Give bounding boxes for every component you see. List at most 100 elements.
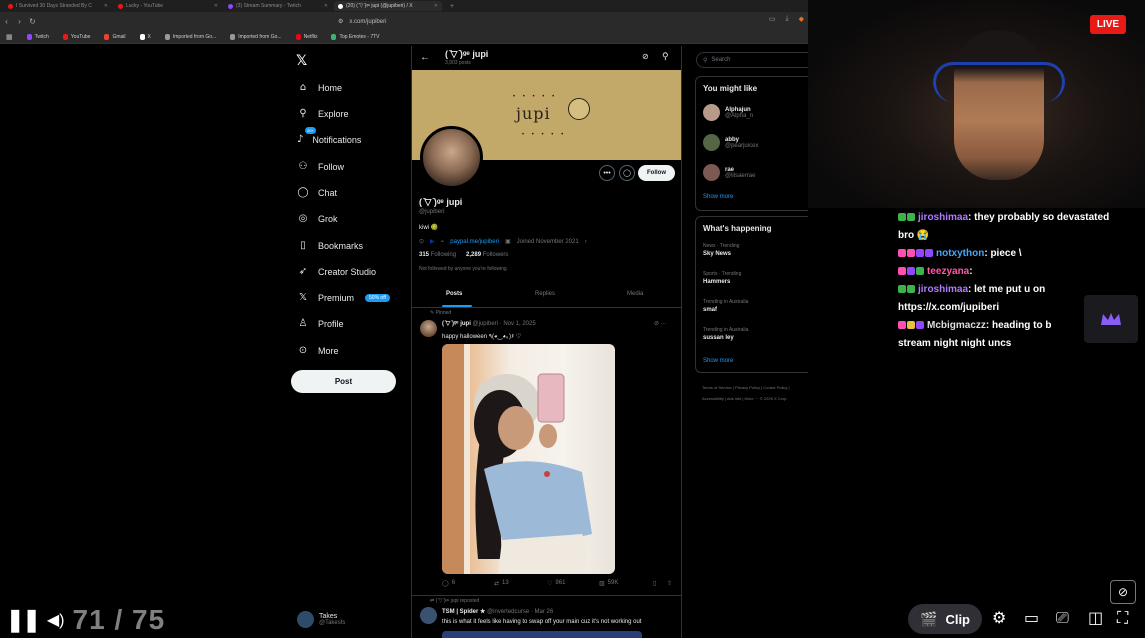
download-icon[interactable]: ⤓: [786, 15, 789, 23]
repost-action[interactable]: ⇄ 13: [494, 580, 509, 587]
clip-button[interactable]: 🎬 Clip: [908, 604, 982, 634]
bookmark-item[interactable]: YouTube: [62, 34, 90, 40]
search-icon: ⚲: [703, 57, 708, 64]
chat-username[interactable]: notxython: [936, 248, 984, 259]
theatre-mode-icon[interactable]: ▭: [1024, 608, 1039, 627]
reply-action[interactable]: ◯ 6: [442, 580, 455, 587]
browser-tab[interactable]: Lucky - YouTube ✕: [114, 1, 222, 11]
suggested-account[interactable]: Alphajun @Alpha_n: [703, 104, 753, 121]
reload-icon[interactable]: ↻: [26, 17, 39, 26]
pause-icon[interactable]: ❚❚: [6, 607, 41, 633]
share-icon[interactable]: ⇧: [667, 580, 672, 587]
views-action[interactable]: ▥ 59K: [599, 580, 618, 587]
forward-arrow-icon[interactable]: ›: [13, 17, 26, 26]
suggested-account[interactable]: abby @pearjuicex: [703, 134, 758, 151]
close-icon[interactable]: ✕: [214, 3, 218, 9]
message-icon[interactable]: ◯: [619, 165, 635, 181]
tab-posts[interactable]: Posts: [446, 291, 462, 297]
grok-icon[interactable]: ⊘: [642, 52, 649, 61]
close-icon[interactable]: ✕: [104, 3, 108, 9]
bookmark-item[interactable]: Imported from Go...: [230, 34, 282, 40]
more-options-icon[interactable]: •••: [599, 165, 615, 181]
chat-username[interactable]: jiroshimaa: [918, 284, 968, 295]
brave-shield-icon[interactable]: ◆: [799, 15, 804, 23]
nav-item-grok[interactable]: ◎ Grok: [297, 213, 338, 224]
trend-item[interactable]: Sports · TrendingHammers···: [703, 271, 808, 285]
nav-item-bookmarks[interactable]: ▯ Bookmarks: [297, 240, 363, 251]
post-button[interactable]: Post: [291, 370, 396, 393]
bookmark-item[interactable]: Netflix: [295, 34, 317, 40]
footer-line[interactable]: Terms of Service | Privacy Policy | Cook…: [702, 382, 808, 393]
nav-item-more[interactable]: ⊙ More: [297, 345, 339, 356]
chat-username[interactable]: teezyana: [927, 266, 969, 277]
cast-icon[interactable]: ▭: [769, 15, 776, 23]
bookmark-item[interactable]: Gmail: [104, 34, 126, 40]
browser-tab[interactable]: (3) Stream Summary - Twitch ✕: [224, 1, 332, 11]
cast-icon[interactable]: ⎚: [1056, 608, 1069, 628]
follow-button[interactable]: Follow: [638, 165, 675, 181]
bookmark-item[interactable]: Imported from Go...: [164, 34, 216, 40]
nav-item-profile[interactable]: ♙ Profile: [297, 318, 344, 329]
footer-line[interactable]: Accessibility | Ads info | More ··· © 20…: [702, 393, 808, 404]
fullscreen-icon[interactable]: ⛶: [1117, 608, 1128, 628]
bookmark-icon[interactable]: ▯: [653, 580, 656, 587]
nav-item-notifications[interactable]: ♪ 20+ Notifications: [297, 127, 361, 145]
back-arrow-icon[interactable]: ‹: [0, 17, 13, 26]
chat-username[interactable]: Mcbigmaczz: [927, 320, 986, 331]
show-more-link[interactable]: Show more: [703, 194, 733, 200]
following-stat[interactable]: 315 Following: [419, 252, 456, 258]
sidebar-toggle-icon[interactable]: ◫: [1088, 608, 1103, 627]
bookmark-item[interactable]: Top Emotes - 7TV: [331, 34, 380, 40]
new-tab-icon[interactable]: +: [450, 3, 454, 10]
post-image[interactable]: [442, 631, 642, 638]
profile-avatar[interactable]: [420, 126, 483, 189]
post-image[interactable]: [442, 344, 615, 574]
bookmark-item[interactable]: Twitch: [26, 34, 49, 40]
settings-gear-icon[interactable]: ⚙: [992, 608, 1006, 627]
close-icon[interactable]: ✕: [324, 3, 328, 9]
browser-tab[interactable]: (20) ( ̄▽ ̄)ᵍᵉ jupi (@jupiberi) / X ✕: [334, 1, 442, 11]
bookmark-item[interactable]: X: [139, 34, 151, 40]
browser-tab[interactable]: I Survived 30 Days Stranded By C ✕: [4, 1, 112, 11]
show-more-link[interactable]: Show more: [703, 358, 733, 364]
trend-item[interactable]: Trending in Australiasussan ley···: [703, 327, 808, 341]
nav-item-home[interactable]: ⌂ Home: [297, 82, 342, 93]
notification-badge: 20+: [305, 127, 316, 134]
back-arrow-icon[interactable]: ←: [420, 52, 430, 63]
more-options-icon[interactable]: ···: [661, 321, 667, 327]
post-author[interactable]: TSM | Spider ★ @invertedcurse · Mar 26: [442, 608, 553, 615]
bookmarks-bar: ▦ Twitch YouTube Gmail X Imported from Go...…: [0, 31, 808, 44]
avatar[interactable]: [420, 320, 437, 337]
account-switcher[interactable]: Takes @Takesfs: [297, 611, 345, 628]
site-info-icon[interactable]: ⚙: [338, 18, 343, 25]
crown-button[interactable]: [1084, 295, 1138, 343]
nav-item-explore[interactable]: ⚲ Explore: [297, 108, 348, 119]
suggested-handle: @Alpha_n: [725, 112, 754, 119]
like-action[interactable]: ♡ 961: [547, 580, 565, 587]
chat-username[interactable]: jiroshimaa: [918, 212, 968, 223]
apps-grid-icon[interactable]: ▦: [6, 33, 13, 41]
trend-item[interactable]: News · TrendingSky News···: [703, 243, 808, 257]
search-icon[interactable]: ⚲: [662, 51, 669, 62]
grok-icon[interactable]: ⊘: [654, 321, 659, 327]
nav-item-creator-studio[interactable]: ➶ Creator Studio: [297, 266, 376, 277]
chevron-right-icon[interactable]: ›: [585, 239, 587, 245]
profile-link[interactable]: paypal.me/jupiberi: [450, 239, 499, 245]
address-bar[interactable]: ⚙ x.com/jupiberi: [330, 14, 750, 29]
tab-media[interactable]: Media: [627, 291, 643, 297]
extension-icon[interactable]: ⊘: [1110, 580, 1136, 604]
search-input[interactable]: ⚲ Search: [696, 52, 808, 68]
avatar[interactable]: [420, 607, 437, 624]
close-icon[interactable]: ✕: [434, 3, 438, 9]
tab-replies[interactable]: Replies: [535, 291, 555, 297]
nav-item-chat[interactable]: ◯ Chat: [297, 187, 337, 198]
followers-stat[interactable]: 2,289 Followers: [466, 252, 508, 258]
suggested-account[interactable]: rae @lilsaerrae: [703, 164, 755, 181]
x-logo-icon[interactable]: 𝕏: [296, 53, 307, 69]
post-author[interactable]: ( ̄▽ ̄)ᵍᵉ jupi @jupiberi · Nov 1, 2025: [442, 320, 536, 327]
volume-icon[interactable]: ◀): [47, 610, 65, 630]
nav-item-follow[interactable]: ⚇ Follow: [297, 161, 345, 172]
post-text: happy halloween ٩(◕‿◕｡)۶ ♡: [442, 334, 522, 340]
nav-item-premium[interactable]: 𝕏 Premium 50% off: [297, 292, 390, 303]
trend-item[interactable]: Trending in Australiasmaf···: [703, 299, 808, 313]
